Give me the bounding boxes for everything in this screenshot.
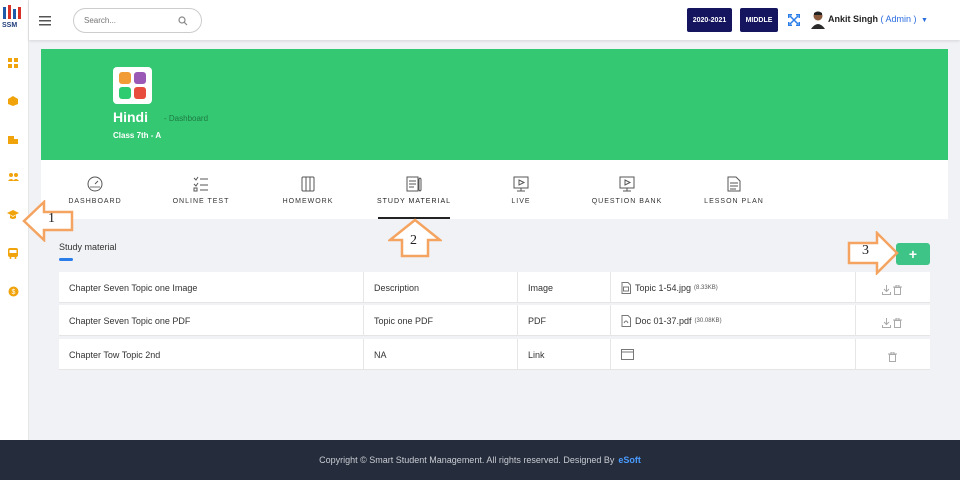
table-row: Chapter Seven Topic one PDF Topic one PD… — [59, 305, 930, 336]
user-name: Ankit Singh — [828, 14, 878, 24]
tab-live[interactable]: LIVE — [481, 160, 561, 219]
column-divider — [610, 339, 611, 370]
tab-label: ONLINE TEST — [172, 198, 230, 205]
users-icon[interactable] — [6, 170, 20, 184]
column-divider — [363, 272, 364, 303]
column-divider — [517, 305, 518, 336]
material-type: Link — [528, 349, 545, 360]
document-icon — [727, 176, 741, 192]
subject-banner: Hindi - Dashboard Class 7th - A — [41, 49, 948, 160]
chevron-down-icon[interactable]: ▼ — [921, 17, 928, 24]
bus-icon[interactable] — [6, 246, 20, 260]
breadcrumb: - Dashboard — [164, 114, 209, 123]
callout-arrow-right-icon — [847, 231, 899, 275]
table-row: Chapter Seven Topic one Image Descriptio… — [59, 272, 930, 303]
callout-number: 1 — [48, 211, 55, 226]
material-description: NA — [374, 349, 387, 360]
section-underline — [59, 258, 73, 261]
callout-number: 3 — [862, 243, 869, 258]
subject-logo — [113, 67, 152, 104]
tab-bar: DASHBOARD ONLINE TEST HOMEWORK STUDY MAT… — [41, 160, 948, 219]
tab-label: LESSON PLAN — [704, 198, 764, 205]
building-icon[interactable] — [6, 132, 20, 146]
level-button[interactable]: MIDDLE — [740, 8, 778, 32]
column-divider — [855, 305, 856, 336]
coin-icon[interactable]: $ — [6, 284, 20, 298]
tab-label: DASHBOARD — [68, 198, 122, 205]
class-label: Class 7th - A — [113, 131, 162, 140]
book-icon — [301, 176, 315, 192]
material-type: PDF — [528, 315, 546, 326]
add-material-button[interactable]: + — [896, 243, 930, 265]
gauge-icon — [87, 176, 103, 192]
tab-label: HOMEWORK — [282, 198, 334, 205]
material-description: Description — [374, 282, 420, 293]
column-divider — [517, 272, 518, 303]
material-title: Chapter Seven Topic one Image — [69, 282, 198, 293]
pdf-file-icon — [621, 314, 631, 327]
play-screen-icon — [513, 176, 529, 192]
checklist-icon — [193, 176, 208, 192]
trash-icon[interactable] — [888, 349, 897, 362]
search-icon[interactable] — [178, 13, 188, 26]
column-divider — [610, 272, 611, 303]
callout-number: 2 — [410, 233, 417, 248]
tab-label: STUDY MATERIAL — [376, 198, 452, 205]
material-file-link[interactable] — [621, 339, 634, 370]
tab-homework[interactable]: HOMEWORK — [268, 160, 348, 219]
file-size: (30.08KB) — [694, 317, 722, 324]
tab-lesson-plan[interactable]: LESSON PLAN — [694, 160, 774, 219]
download-icon[interactable] — [882, 315, 891, 328]
table-row: Chapter Tow Topic 2nd NA Link — [59, 339, 930, 370]
column-divider — [517, 339, 518, 370]
trash-icon[interactable] — [893, 315, 902, 328]
column-divider — [363, 305, 364, 336]
breadcrumb-item[interactable]: Dashboard — [169, 114, 208, 123]
file-name: Doc 01-37.pdf — [635, 315, 692, 326]
user-role: ( Admin ) — [880, 14, 917, 24]
browser-icon — [621, 349, 634, 360]
tab-question-bank[interactable]: QUESTION BANK — [587, 160, 667, 219]
column-divider — [610, 305, 611, 336]
footer-brand-link[interactable]: eSoft — [618, 455, 641, 465]
trash-icon[interactable] — [893, 282, 902, 295]
app-logo[interactable]: SSM — [0, 3, 26, 35]
tab-online-test[interactable]: ONLINE TEST — [161, 160, 241, 219]
play-screen-icon — [619, 176, 635, 192]
material-file-link[interactable]: Topic 1-54.jpg (8.33KB) — [621, 272, 718, 303]
top-bar: 2020-2021 MIDDLE Ankit Singh ( Admin ) ▼ — [29, 0, 960, 40]
image-file-icon — [621, 281, 631, 294]
download-icon[interactable] — [882, 282, 891, 295]
avatar[interactable] — [810, 11, 826, 29]
material-file-link[interactable]: Doc 01-37.pdf (30.08KB) — [621, 305, 722, 336]
tab-label: LIVE — [511, 198, 531, 205]
dashboard-icon[interactable] — [6, 56, 20, 70]
footer-text: Copyright © Smart Student Management. Al… — [319, 455, 615, 465]
file-name: Topic 1-54.jpg — [635, 282, 692, 293]
hamburger-menu-icon[interactable] — [39, 13, 51, 26]
column-divider — [855, 339, 856, 370]
file-size: (8.33KB) — [694, 284, 718, 291]
column-divider — [855, 272, 856, 303]
material-title: Chapter Tow Topic 2nd — [69, 349, 161, 360]
logo-text: SSM — [2, 22, 18, 29]
material-description: Topic one PDF — [374, 315, 434, 326]
footer: Copyright © Smart Student Management. Al… — [0, 440, 960, 480]
section-title: Study material — [59, 242, 117, 252]
material-title: Chapter Seven Topic one PDF — [69, 315, 191, 326]
subject-title: Hindi — [113, 109, 148, 125]
notebook-icon — [406, 176, 422, 192]
user-menu[interactable]: Ankit Singh ( Admin ) ▼ — [828, 14, 928, 24]
fullscreen-icon[interactable] — [788, 13, 800, 26]
graduation-cap-icon[interactable] — [6, 208, 20, 222]
tab-study-material[interactable]: STUDY MATERIAL — [373, 160, 455, 219]
svg-text:$: $ — [11, 289, 15, 296]
material-type: Image — [528, 282, 554, 293]
package-icon[interactable] — [6, 94, 20, 108]
tab-label: QUESTION BANK — [591, 198, 663, 205]
session-button[interactable]: 2020-2021 — [687, 8, 732, 32]
column-divider — [363, 339, 364, 370]
